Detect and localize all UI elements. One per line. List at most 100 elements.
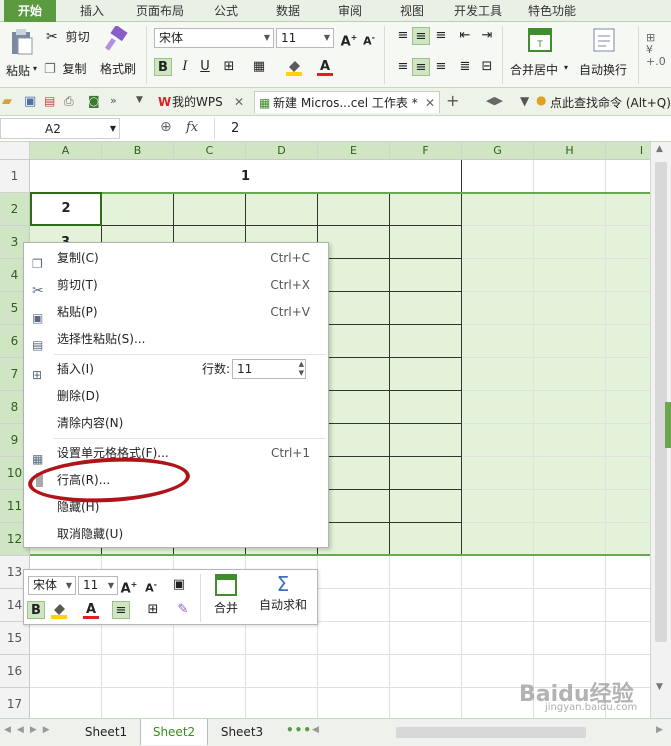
name-box[interactable]: A2 ▼ (0, 118, 120, 139)
grid-cell[interactable] (318, 193, 390, 226)
decrease-font-icon[interactable]: A- (142, 576, 160, 595)
grid-cell[interactable] (102, 655, 174, 688)
grid-cell[interactable] (30, 655, 102, 688)
vertical-scrollbar[interactable]: ▲ ▼ (650, 142, 671, 718)
pdf-export-icon[interactable]: ▤ (44, 94, 55, 108)
sheet-nav-icon[interactable]: ◀◀▶▶ (4, 725, 56, 735)
grid-cell[interactable] (606, 424, 650, 457)
menu-item-paste[interactable]: ▣ 粘贴(P) Ctrl+V (24, 299, 328, 326)
grid-cell[interactable] (606, 193, 650, 226)
grid-cell[interactable] (390, 490, 462, 523)
increase-font-icon[interactable]: A+ (120, 576, 138, 596)
grid-cell[interactable] (246, 622, 318, 655)
grid-cell[interactable] (534, 226, 606, 259)
grid-cell[interactable] (174, 688, 246, 718)
align-left-icon[interactable]: ≡ (394, 58, 412, 76)
grid-cell[interactable] (462, 622, 534, 655)
grid-cell[interactable] (246, 655, 318, 688)
column-header-c[interactable]: C (174, 142, 246, 160)
grid-cell[interactable] (318, 655, 390, 688)
grid-cell[interactable] (30, 622, 102, 655)
fill-color-icon[interactable] (285, 58, 303, 76)
grid-cell[interactable] (534, 622, 606, 655)
close-icon[interactable]: ✕ (234, 91, 244, 113)
print-icon[interactable]: ⎙ (64, 94, 74, 109)
column-header-f[interactable]: F (390, 142, 462, 160)
sheet-tab-3[interactable]: Sheet3 (208, 719, 276, 745)
grid-cell[interactable] (606, 259, 650, 292)
wrap-text-button[interactable]: 自动换行 (576, 26, 634, 84)
font-name-select[interactable]: 宋体 ▼ (154, 28, 274, 48)
grid-cell[interactable] (462, 457, 534, 490)
font-size-select[interactable]: 11 ▼ (276, 28, 334, 48)
column-header-i[interactable]: I (606, 142, 650, 160)
grid-cell[interactable] (534, 457, 606, 490)
grid-cell[interactable] (390, 622, 462, 655)
insert-rows-count-input[interactable]: 11 ▲ ▼ (232, 359, 306, 379)
row-header-2[interactable]: 2 (0, 193, 30, 226)
underline-button[interactable]: U (196, 58, 214, 76)
mini-size-select[interactable]: 11 ▼ (78, 576, 118, 595)
grid-cell[interactable] (462, 556, 534, 589)
print-preview-icon[interactable]: ◙ (88, 94, 100, 108)
align-center-icon[interactable]: ≡ (412, 58, 430, 76)
font-color-icon[interactable]: A (316, 58, 334, 76)
grid-cell[interactable] (318, 688, 390, 718)
grid-cell[interactable] (462, 523, 534, 556)
grid-cell[interactable] (390, 688, 462, 718)
grid-cell[interactable] (534, 358, 606, 391)
grid-cell[interactable] (246, 688, 318, 718)
indent-decrease-icon[interactable]: ⇤ (456, 27, 474, 45)
row-header-16[interactable]: 16 (0, 655, 30, 688)
justify-icon[interactable]: ≣ (456, 58, 474, 76)
column-header-a[interactable]: A (30, 142, 102, 160)
grid-cell[interactable] (390, 556, 462, 589)
function-icon[interactable]: fx (186, 120, 198, 135)
save-icon[interactable]: ▣ (24, 94, 36, 109)
command-search-link[interactable]: 点此查找命令 (Alt+Q) (550, 94, 671, 111)
menu-item-copy[interactable]: ❐ 复制(C) Ctrl+C (24, 245, 328, 272)
grid-cell[interactable] (174, 655, 246, 688)
font-color-icon[interactable]: A (82, 601, 100, 619)
grid-cell[interactable] (534, 160, 606, 193)
tab-insert[interactable]: 插入 (66, 0, 118, 22)
grid-cell[interactable] (606, 490, 650, 523)
format-painter-icon[interactable]: ✎ (174, 601, 192, 619)
grid-cell[interactable] (102, 688, 174, 718)
merged-cell-a1-f1[interactable]: 1 (30, 160, 462, 193)
grid-cell[interactable] (390, 457, 462, 490)
grid-cell[interactable] (390, 358, 462, 391)
grid-cell[interactable] (534, 193, 606, 226)
grid-cell[interactable] (318, 622, 390, 655)
add-sheet-icon[interactable]: ••• (286, 723, 312, 737)
tab-formulas[interactable]: 公式 (202, 0, 250, 22)
formula-input[interactable]: 2 (214, 118, 671, 139)
grid-cell[interactable] (606, 292, 650, 325)
number-format-icon[interactable]: ⊞ ¥ +.0 (646, 32, 666, 68)
grid-cell[interactable] (390, 655, 462, 688)
increase-font-icon[interactable]: A+ (340, 29, 358, 49)
grid-cell[interactable] (534, 424, 606, 457)
scroll-down-icon[interactable]: ▼ (656, 682, 663, 692)
grid-cell[interactable] (606, 160, 650, 193)
paste-button[interactable]: 粘贴 ▾ (4, 26, 40, 84)
grid-cell[interactable] (390, 391, 462, 424)
scroll-right-icon[interactable]: ▶ (656, 725, 663, 735)
tab-my-wps[interactable]: W 我的WPS ✕ (154, 91, 250, 113)
tab-nav-icon[interactable]: ◀▶ (486, 94, 503, 107)
border-icon[interactable]: ⊞ (220, 58, 238, 76)
column-header-g[interactable]: G (462, 142, 534, 160)
grid-cell[interactable] (390, 259, 462, 292)
new-tab-plus-icon[interactable]: + (446, 91, 459, 110)
scroll-up-icon[interactable]: ▲ (656, 144, 663, 154)
grid-cell[interactable] (606, 622, 650, 655)
scroll-left-icon[interactable]: ◀ (312, 725, 319, 735)
mini-autosum-button[interactable]: Σ 自动求和 (250, 572, 316, 624)
grid-cell[interactable] (462, 325, 534, 358)
format-painter-button[interactable]: 格式刷 (100, 60, 136, 77)
grid-cell[interactable] (390, 226, 462, 259)
grid-cell[interactable] (462, 193, 534, 226)
sheet-tab-2[interactable]: Sheet2 (140, 719, 208, 745)
distribute-icon[interactable]: ⊟ (478, 58, 496, 76)
grid-cell[interactable] (606, 358, 650, 391)
